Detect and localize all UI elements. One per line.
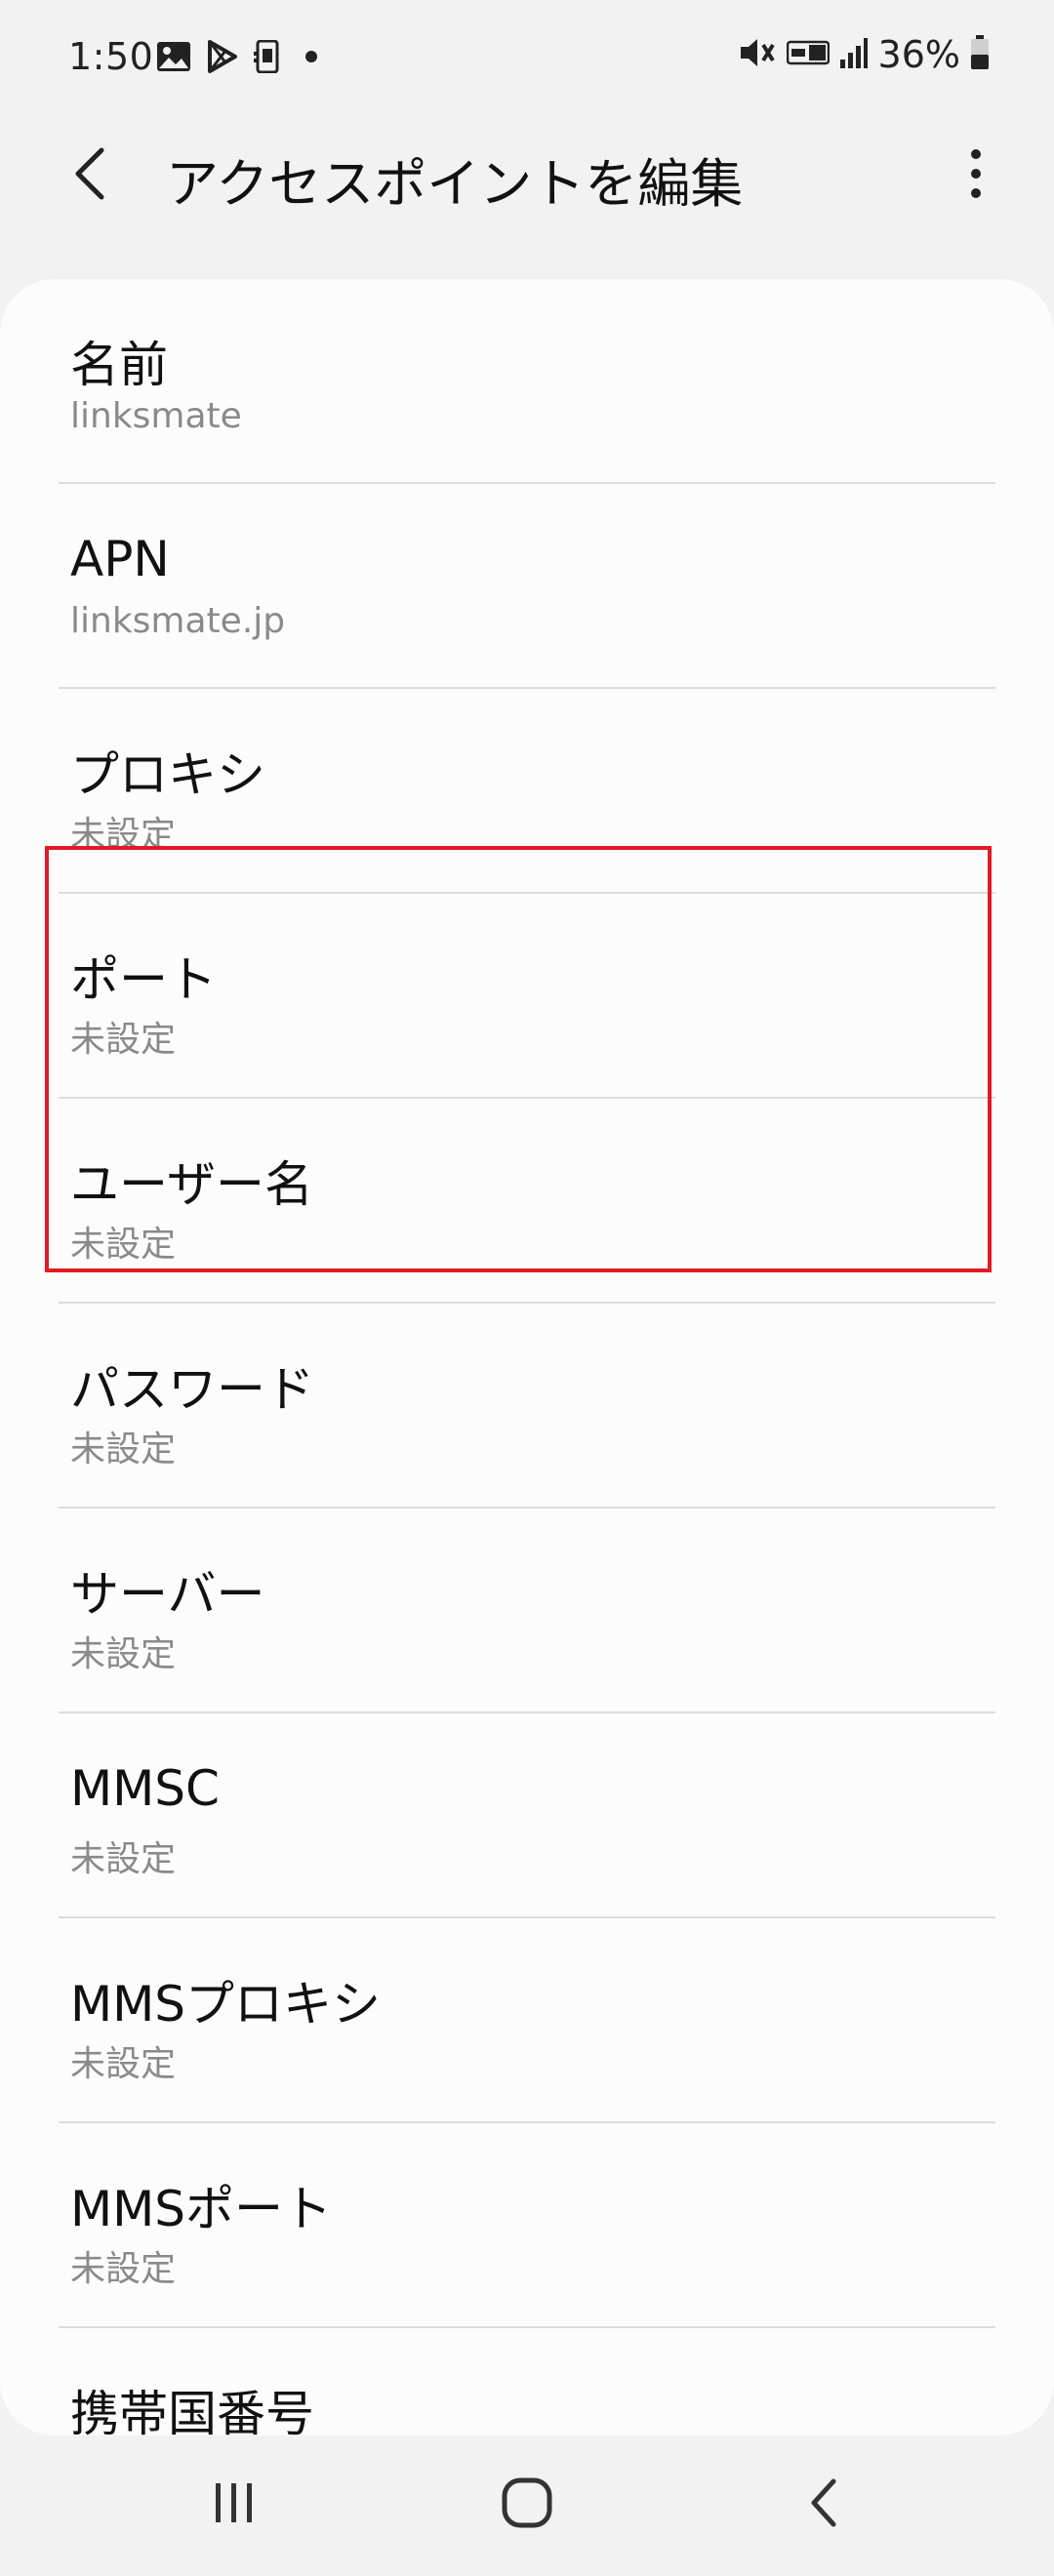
setting-mms-port[interactable]: MMSポート 未設定 <box>0 2123 1054 2328</box>
setting-label: ポート <box>70 951 217 1008</box>
signal-icon <box>839 36 869 73</box>
setting-proxy[interactable]: プロキシ 未設定 <box>0 689 1054 894</box>
mute-vibrate-icon <box>738 35 777 74</box>
setting-server[interactable]: サーバー 未設定 <box>0 1509 1054 1713</box>
setting-mmsc[interactable]: MMSC 未設定 <box>0 1713 1054 1918</box>
status-time: 1:50 <box>68 35 154 78</box>
setting-apn[interactable]: APN linksmate.jp <box>0 484 1054 689</box>
setting-value: 未設定 <box>70 1839 177 1879</box>
setting-value: 未設定 <box>70 815 177 855</box>
setting-mms-proxy[interactable]: MMSプロキシ 未設定 <box>0 1918 1054 2123</box>
settings-list: 名前 linksmate APN linksmate.jp プロキシ 未設定 ポ… <box>0 279 1054 2435</box>
setting-label: APN <box>70 531 170 587</box>
sim-icon <box>254 39 281 77</box>
back-icon <box>804 2476 843 2533</box>
setting-label: MMSポート <box>70 2181 333 2237</box>
setting-mcc[interactable]: 携帯国番号 <box>0 2328 1054 2435</box>
setting-value: 未設定 <box>70 2044 177 2084</box>
setting-label: サーバー <box>70 1566 265 1623</box>
recent-apps-button[interactable] <box>185 2461 283 2549</box>
system-icons: 36% <box>738 33 990 76</box>
status-bar: 1:50 36% <box>0 0 1054 117</box>
battery-icon <box>970 35 990 74</box>
more-options-button[interactable] <box>937 137 1015 215</box>
setting-label: MMSプロキシ <box>70 1976 382 2033</box>
navigation-bar <box>0 2435 1054 2576</box>
recent-apps-icon <box>210 2480 259 2529</box>
setting-value: 未設定 <box>70 1225 177 1265</box>
setting-label: パスワード <box>70 1361 314 1418</box>
battery-percent: 36% <box>877 33 960 76</box>
setting-value: linksmate.jp <box>70 601 286 641</box>
setting-port[interactable]: ポート 未設定 <box>0 894 1054 1099</box>
setting-password[interactable]: パスワード 未設定 <box>0 1304 1054 1509</box>
setting-label: プロキシ <box>70 746 265 803</box>
setting-label: ユーザー名 <box>70 1156 313 1213</box>
setting-name[interactable]: 名前 linksmate <box>0 279 1054 484</box>
more-vert-icon <box>966 144 986 207</box>
dot-icon <box>297 42 326 75</box>
setting-value: linksmate <box>70 396 242 436</box>
setting-value: 未設定 <box>70 1020 177 1060</box>
setting-value: 未設定 <box>70 2249 177 2289</box>
image-icon <box>156 41 191 76</box>
setting-value: 未設定 <box>70 1429 177 1469</box>
play-store-icon <box>207 40 238 77</box>
back-nav-button[interactable] <box>775 2461 872 2549</box>
app-bar: アクセスポイントを編集 <box>0 117 1054 234</box>
setting-label: MMSC <box>70 1760 220 1817</box>
volte-icon <box>786 39 830 70</box>
home-icon <box>501 2476 553 2533</box>
page-title: アクセスポイントを編集 <box>166 153 744 215</box>
chevron-left-icon <box>68 144 111 207</box>
home-button[interactable] <box>478 2461 576 2549</box>
back-button[interactable] <box>51 137 129 215</box>
setting-username[interactable]: ユーザー名 未設定 <box>0 1099 1054 1304</box>
setting-value: 未設定 <box>70 1634 177 1674</box>
setting-label: 携帯国番号 <box>70 2386 314 2435</box>
setting-label: 名前 <box>70 337 168 393</box>
notification-icons <box>156 39 326 78</box>
